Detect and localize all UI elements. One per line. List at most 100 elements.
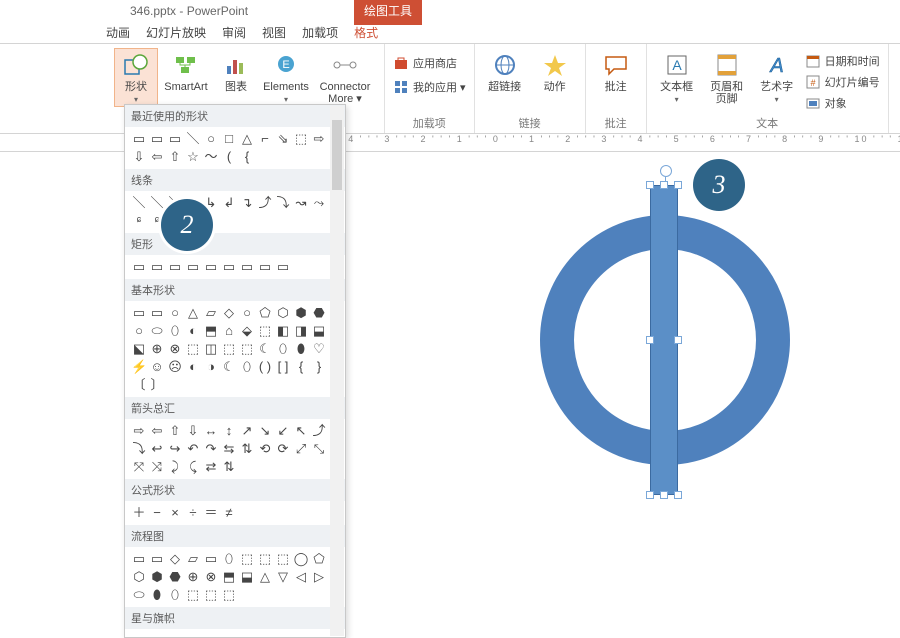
shape-option[interactable]: ◇ xyxy=(167,551,183,567)
shape-option[interactable]: ⬠ xyxy=(311,551,327,567)
shape-option[interactable]: △ xyxy=(239,131,255,147)
shape-option[interactable]: ▷ xyxy=(311,569,327,585)
shape-option[interactable]: ⇩ xyxy=(131,149,147,165)
shape-option[interactable]: ⬡ xyxy=(275,305,291,321)
shape-option[interactable]: ≠ xyxy=(221,505,237,521)
shape-option[interactable]: ↝ xyxy=(293,195,309,211)
shape-option[interactable]: ▭ xyxy=(149,259,165,275)
shape-option[interactable]: } xyxy=(311,359,327,375)
shape-option[interactable]: ＼ xyxy=(131,195,147,211)
shape-option[interactable]: ⬚ xyxy=(203,587,219,603)
myapps-button[interactable]: 我的应用 ▾ xyxy=(393,78,466,96)
wordart-button[interactable]: A 艺术字 ▾ xyxy=(755,48,799,107)
shape-option[interactable]: ▭ xyxy=(149,131,165,147)
shape-option[interactable]: ↘ xyxy=(257,423,273,439)
shape-option[interactable]: ◨ xyxy=(293,323,309,339)
headerfooter-button[interactable]: 页眉和页脚 xyxy=(705,48,749,108)
shape-option[interactable]: ⇧ xyxy=(167,423,183,439)
shape-option[interactable]: ☺ xyxy=(149,359,165,375)
shape-option[interactable]: ⬙ xyxy=(239,323,255,339)
shape-option[interactable]: [ ] xyxy=(275,359,291,375)
datetime-button[interactable]: 日期和时间 xyxy=(805,52,880,70)
shape-option[interactable]: ◇ xyxy=(221,305,237,321)
shape-option[interactable]: ☆ xyxy=(185,149,201,165)
shape-option[interactable]: ⇅ xyxy=(239,441,255,457)
shape-option[interactable]: ⟲ xyxy=(257,441,273,457)
shape-option[interactable]: ▭ xyxy=(149,551,165,567)
shape-option[interactable]: ⤸ xyxy=(167,459,183,475)
shape-option[interactable]: ↔ xyxy=(203,423,219,439)
textbox-button[interactable]: A 文本框 ▾ xyxy=(655,48,699,107)
shape-option[interactable]: ▭ xyxy=(203,551,219,567)
shape-option[interactable]: ▭ xyxy=(275,259,291,275)
shape-option[interactable]: ▭ xyxy=(239,259,255,275)
shape-option[interactable]: ⬒ xyxy=(221,569,237,585)
shape-option[interactable]: ○ xyxy=(203,131,219,147)
shape-option[interactable]: ◯ xyxy=(293,551,309,567)
shape-option[interactable]: ( xyxy=(221,149,237,165)
shape-option[interactable]: ⬚ xyxy=(275,551,291,567)
shape-option[interactable]: ＝ xyxy=(203,505,219,521)
shape-option[interactable]: ⬢ xyxy=(293,305,309,321)
selection-handle[interactable] xyxy=(674,491,682,499)
shape-option[interactable]: ▭ xyxy=(167,259,183,275)
shape-option[interactable]: ↷ xyxy=(203,441,219,457)
shape-option[interactable]: ⇅ xyxy=(221,459,237,475)
shape-option[interactable]: ⬯ xyxy=(167,323,183,339)
shape-option[interactable]: ⤵ xyxy=(131,441,147,457)
shape-option[interactable]: ⇘ xyxy=(275,131,291,147)
shape-option[interactable]: ⚡ xyxy=(131,359,147,375)
shape-option[interactable]: ⤴ xyxy=(257,195,273,211)
elements-button[interactable]: E Elements ▾ xyxy=(264,48,308,107)
shape-option[interactable]: ▭ xyxy=(131,551,147,567)
shape-option[interactable]: ♡ xyxy=(311,341,327,357)
shape-option[interactable]: ⬓ xyxy=(311,323,327,339)
shape-option[interactable]: ⌂ xyxy=(221,323,237,339)
object-button[interactable]: 对象 xyxy=(805,94,880,112)
tab-slideshow[interactable]: 幻灯片放映 xyxy=(146,24,206,41)
shape-option[interactable]: ⬮ xyxy=(149,587,165,603)
shape-option[interactable]: ⬠ xyxy=(257,305,273,321)
shape-option[interactable]: ⬮ xyxy=(293,341,309,357)
shape-option[interactable]: ▱ xyxy=(185,551,201,567)
shape-option[interactable]: ⬭ xyxy=(131,587,147,603)
selection-handle[interactable] xyxy=(660,181,668,189)
tab-review[interactable]: 审阅 xyxy=(222,24,246,41)
shape-option[interactable]: ◧ xyxy=(275,323,291,339)
shape-option[interactable]: ⌐ xyxy=(257,131,273,147)
shape-option[interactable]: ◐ xyxy=(185,359,201,375)
shape-option[interactable]: ▱ xyxy=(203,305,219,321)
shape-option[interactable]: ⊕ xyxy=(185,569,201,585)
shape-option[interactable]: ▭ xyxy=(257,259,273,275)
shape-option[interactable]: ⤧ xyxy=(131,459,147,475)
shape-option[interactable]: ⇆ xyxy=(221,441,237,457)
shape-option[interactable]: ⇨ xyxy=(311,131,327,147)
shape-option[interactable]: ◑ xyxy=(203,359,219,375)
shape-option[interactable]: ÷ xyxy=(185,505,201,521)
selection-handle[interactable] xyxy=(674,336,682,344)
shape-option[interactable]: ↕ xyxy=(221,423,237,439)
action-button[interactable]: 动作 xyxy=(533,48,577,96)
shapes-button[interactable]: 形状 ▾ xyxy=(114,48,158,107)
selection-handle[interactable] xyxy=(660,491,668,499)
shape-option[interactable]: □ xyxy=(221,131,237,147)
shape-option[interactable]: ▽ xyxy=(275,569,291,585)
shape-option[interactable]: △ xyxy=(257,569,273,585)
shape-option[interactable]: ⬚ xyxy=(185,341,201,357)
shape-option[interactable]: ⬒ xyxy=(203,323,219,339)
shape-option[interactable]: ⤡ xyxy=(311,441,327,457)
shape-option[interactable]: ⬯ xyxy=(167,587,183,603)
tab-addins[interactable]: 加载项 xyxy=(302,24,338,41)
shape-option[interactable]: ⊗ xyxy=(167,341,183,357)
shape-option[interactable]: ↙ xyxy=(275,423,291,439)
shape-option[interactable]: ↪ xyxy=(167,441,183,457)
shape-option[interactable]: ⬚ xyxy=(239,341,255,357)
shape-option[interactable]: ↩ xyxy=(149,441,165,457)
shape-option[interactable]: ⬚ xyxy=(221,587,237,603)
shape-option[interactable]: ↖ xyxy=(293,423,309,439)
shape-option[interactable]: ⬡ xyxy=(131,569,147,585)
shape-option[interactable]: ⬓ xyxy=(239,569,255,585)
tab-animations[interactable]: 动画 xyxy=(106,24,130,41)
slide-canvas[interactable] xyxy=(340,155,900,523)
shape-option[interactable]: ▭ xyxy=(131,131,147,147)
